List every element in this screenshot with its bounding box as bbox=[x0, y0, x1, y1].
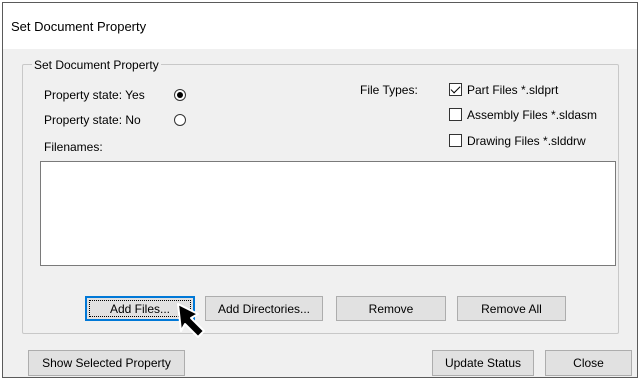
drawing-files-checkbox[interactable] bbox=[449, 134, 462, 147]
assembly-files-label: Assembly Files *.sldasm bbox=[467, 108, 598, 122]
window-title: Set Document Property bbox=[11, 19, 147, 34]
close-button[interactable]: Close bbox=[545, 350, 632, 376]
remove-all-button[interactable]: Remove All bbox=[457, 296, 566, 321]
add-directories-button[interactable]: Add Directories... bbox=[205, 296, 323, 321]
property-state-yes-radio[interactable] bbox=[174, 89, 186, 101]
remove-button[interactable]: Remove bbox=[336, 296, 446, 321]
property-state-no-label: Property state: No bbox=[44, 113, 141, 127]
drawing-files-label: Drawing Files *.slddrw bbox=[467, 134, 586, 148]
filenames-label: Filenames: bbox=[44, 140, 103, 154]
part-files-checkbox[interactable] bbox=[449, 83, 462, 96]
property-state-yes-label: Property state: Yes bbox=[44, 88, 145, 102]
part-files-label: Part Files *.sldprt bbox=[467, 83, 559, 97]
file-types-label: File Types: bbox=[360, 83, 418, 97]
group-title: Set Document Property bbox=[32, 58, 161, 72]
show-selected-property-button[interactable]: Show Selected Property bbox=[28, 350, 185, 376]
filenames-listbox[interactable] bbox=[40, 161, 616, 266]
checkmark-icon bbox=[450, 83, 461, 94]
arrow-pointer-icon bbox=[177, 303, 205, 338]
assembly-files-checkbox[interactable] bbox=[449, 108, 462, 121]
title-bar: Set Document Property bbox=[3, 3, 637, 49]
update-status-button[interactable]: Update Status bbox=[432, 350, 534, 376]
property-state-no-radio[interactable] bbox=[174, 114, 186, 126]
